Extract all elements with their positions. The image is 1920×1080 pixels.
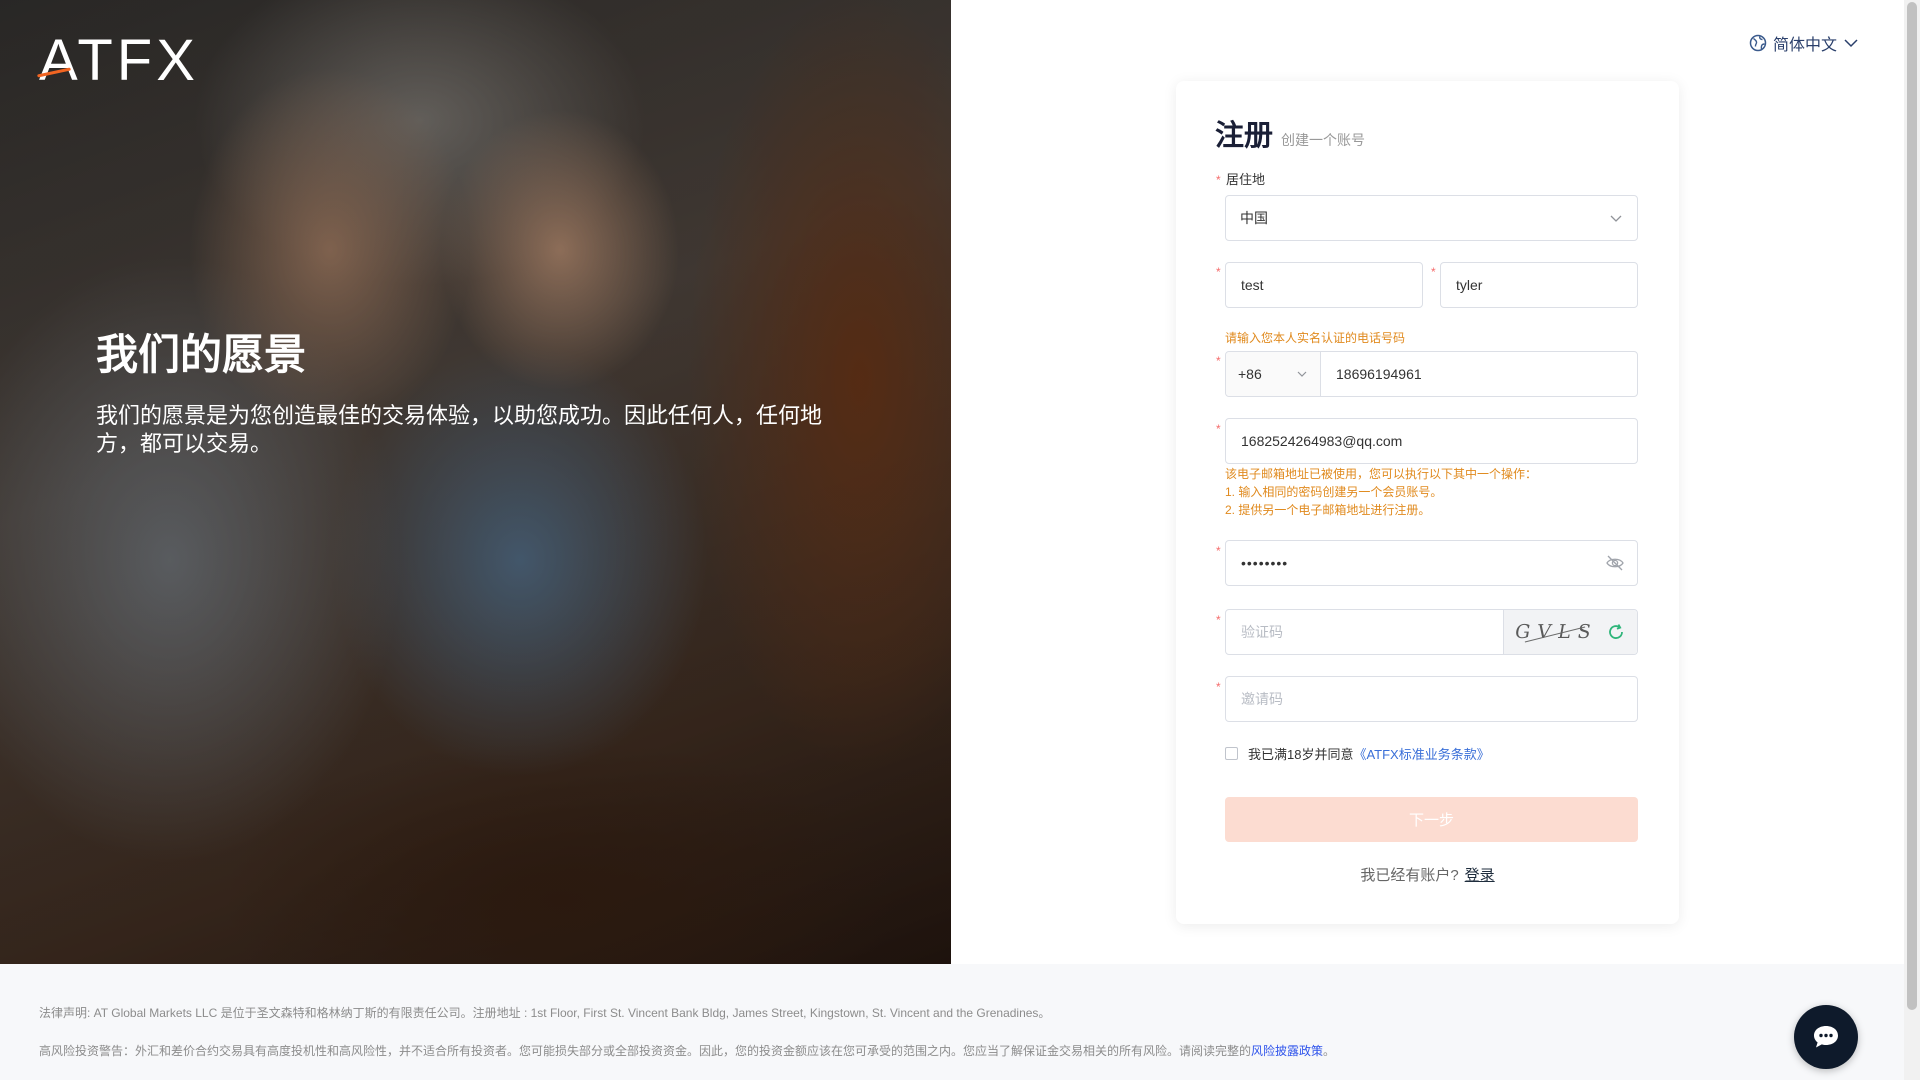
legal-notice: 法律声明: AT Global Markets LLC 是位于圣文森特和格林纳丁… [39, 1006, 1051, 1020]
email-error-line: 2. 提供另一个电子邮箱地址进行注册。 [1225, 503, 1431, 517]
risk-warning-text: 高风险投资警告：外汇和差价合约交易具有高度投机性和高风险性，并不适合所有投资者。… [39, 1044, 1252, 1058]
refresh-icon[interactable] [1606, 622, 1626, 642]
email-error-line: 1. 输入相同的密码创建另一个会员账号。 [1225, 485, 1443, 499]
scrollbar-thumb[interactable] [1907, 2, 1917, 1010]
required-mark: * [1216, 265, 1221, 279]
risk-warning: 高风险投资警告：外汇和差价合约交易具有高度投机性和高风险性，并不适合所有投资者。… [39, 1043, 1335, 1059]
atfx-logo[interactable]: ATFX [39, 29, 199, 93]
captcha-field-group: GVLS [1225, 609, 1638, 655]
agreement-text: 我已满18岁并同意 [1248, 746, 1354, 762]
page-scrollbar[interactable] [1904, 0, 1920, 1080]
globe-icon [1749, 34, 1767, 52]
language-label: 简体中文 [1773, 37, 1838, 54]
invite-code-field-box [1225, 676, 1638, 722]
language-selector[interactable]: 简体中文 [1749, 31, 1859, 55]
password-field[interactable] [1226, 541, 1605, 585]
captcha-image-text: GVLS [1513, 621, 1600, 643]
required-mark: * [1216, 544, 1221, 558]
register-card: 注册 创建一个账号 * 居住地 中国 * * 请输入您本人实名认证的电话号码 *… [1176, 81, 1679, 924]
required-mark: * [1216, 173, 1221, 187]
chevron-down-icon [1844, 39, 1858, 48]
password-field-box [1225, 540, 1638, 586]
phone-hint: 请输入您本人实名认证的电话号码 [1225, 331, 1406, 345]
hero-body: 我们的愿景是为您创造最佳的交易体验，以助您成功。因此任何人，任何地方，都可以交易… [96, 403, 823, 456]
login-prompt: 我已经有账户? 登录 [1176, 867, 1679, 885]
hero-background-image: ATFX 我们的愿景 我们的愿景是为您创造最佳的交易体验，以助您成功。因此任何人… [0, 0, 951, 964]
required-mark: * [1216, 613, 1221, 627]
chevron-down-icon [1297, 371, 1307, 377]
residence-label: 居住地 [1226, 172, 1266, 187]
next-button[interactable]: 下一步 [1225, 797, 1638, 842]
country-code-select[interactable]: +86 [1226, 352, 1321, 396]
chat-button[interactable] [1794, 1005, 1858, 1069]
email-error-message: 该电子邮箱地址已被使用，您可以执行以下其中一个操作： 1. 输入相同的密码创建另… [1225, 465, 1537, 519]
login-prompt-text: 我已经有账户? [1360, 867, 1459, 884]
terms-link[interactable]: 《ATFX标准业务条款》 [1353, 744, 1489, 763]
country-code-value: +86 [1238, 366, 1262, 382]
captcha-image[interactable]: GVLS [1503, 610, 1637, 654]
email-field-box [1225, 418, 1638, 464]
email-error-line: 该电子邮箱地址已被使用，您可以执行以下其中一个操作： [1225, 467, 1538, 481]
page-subtitle: 创建一个账号 [1281, 132, 1366, 148]
invite-code-field[interactable] [1226, 677, 1637, 721]
residence-value: 中国 [1240, 210, 1268, 226]
agreement-row: 我已满18岁并同意 《ATFX标准业务条款》 [1225, 744, 1490, 763]
required-mark: * [1431, 265, 1436, 279]
last-name-field[interactable] [1441, 263, 1637, 307]
required-mark: * [1216, 354, 1221, 368]
first-name-field[interactable] [1226, 263, 1422, 307]
page-title: 注册 [1215, 120, 1274, 152]
required-mark: * [1216, 422, 1221, 436]
agreement-checkbox[interactable] [1225, 746, 1238, 760]
chevron-down-icon [1610, 215, 1622, 222]
last-name-field-box [1440, 262, 1638, 308]
first-name-field-box [1225, 262, 1423, 308]
required-mark: * [1216, 680, 1221, 694]
login-link[interactable]: 登录 [1465, 867, 1495, 884]
eye-off-icon[interactable] [1605, 553, 1625, 573]
phone-field-group: +86 [1225, 351, 1638, 397]
footer: 法律声明: AT Global Markets LLC 是位于圣文森特和格林纳丁… [0, 964, 1904, 1080]
risk-warning-end: 。 [1323, 1044, 1336, 1058]
residence-select[interactable]: 中国 [1225, 195, 1638, 241]
risk-disclosure-link[interactable]: 风险披露政策 [1251, 1044, 1323, 1058]
hero-title: 我们的愿景 [96, 331, 307, 378]
phone-number-field[interactable] [1321, 352, 1637, 396]
card-header: 注册 创建一个账号 [1215, 119, 1365, 153]
email-field[interactable] [1226, 419, 1637, 463]
captcha-field[interactable] [1226, 610, 1503, 654]
chat-icon [1814, 1026, 1838, 1048]
